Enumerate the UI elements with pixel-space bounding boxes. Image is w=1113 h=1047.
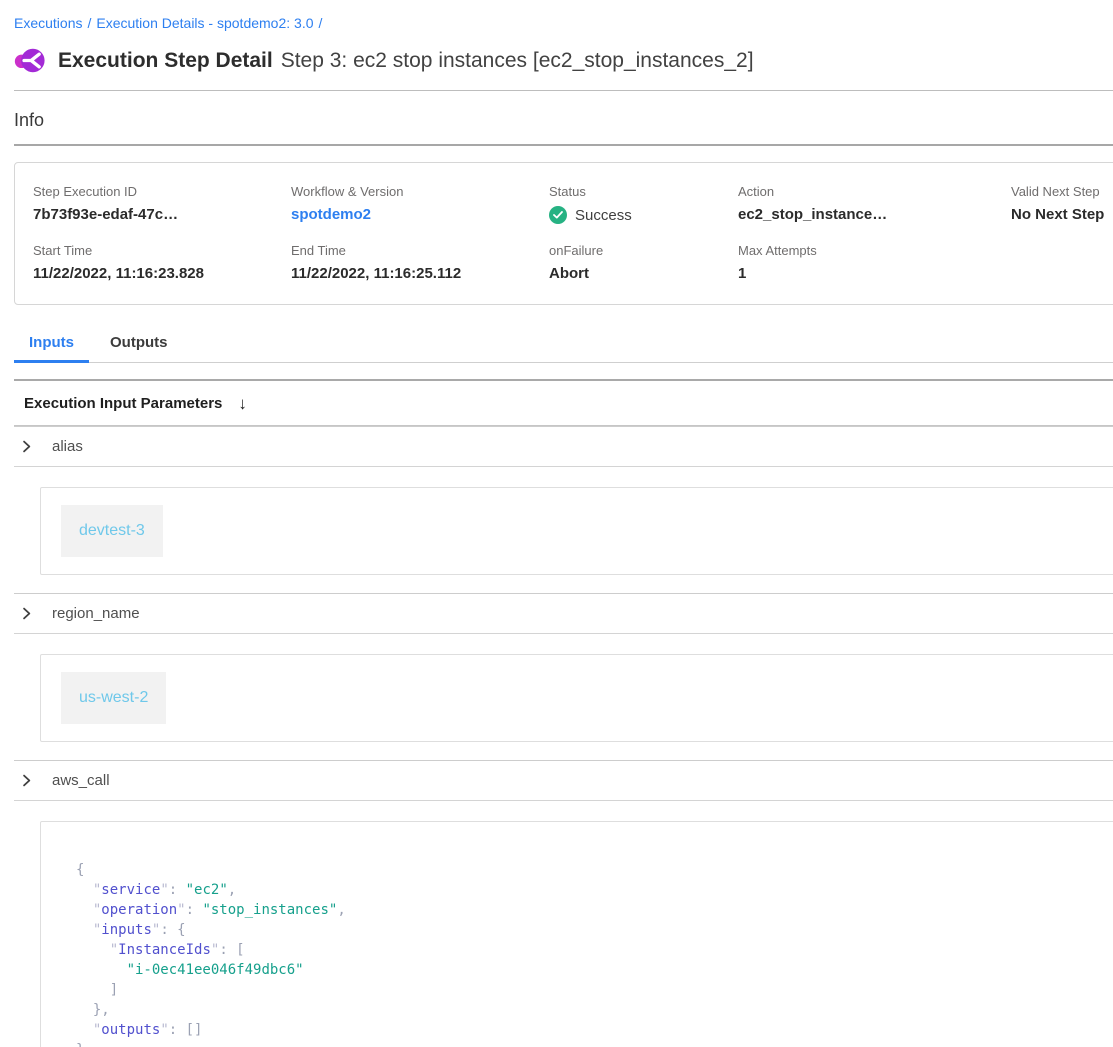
- section-header-alias[interactable]: alias: [14, 426, 1113, 467]
- field-label: Step Execution ID: [33, 184, 291, 199]
- success-check-icon: [549, 206, 567, 224]
- code-block: { "service": "ec2", "operation": "stop_i…: [76, 860, 1113, 1047]
- field-max-attempts: Max Attempts 1: [738, 243, 1011, 282]
- breadcrumb: Executions / Execution Details - spotdem…: [14, 0, 1113, 31]
- section-content-aws-call: { "service": "ec2", "operation": "stop_i…: [40, 821, 1113, 1047]
- step-info-card: Step Execution ID 7b73f93e-edaf-47c… Wor…: [14, 162, 1113, 305]
- workflow-link[interactable]: spotdemo2: [291, 206, 549, 223]
- field-label: Status: [549, 184, 738, 199]
- field-onfailure: onFailure Abort: [549, 243, 738, 282]
- field-label: Valid Next Step: [1011, 184, 1113, 199]
- field-value: 11/22/2022, 11:16:25.112: [291, 265, 549, 282]
- value-chip: devtest-3: [61, 505, 163, 557]
- divider: [14, 90, 1113, 91]
- section-header-aws-call[interactable]: aws_call: [14, 760, 1113, 801]
- field-action: Action ec2_stop_instance…: [738, 184, 1011, 224]
- page-title: Execution Step DetailStep 3: ec2 stop in…: [58, 49, 754, 73]
- execution-step-detail-page: Executions / Execution Details - spotdem…: [0, 0, 1113, 1047]
- tab-bar: Inputs Outputs: [14, 326, 1113, 363]
- execution-input-parameters-header: Execution Input Parameters ↓: [14, 381, 1113, 426]
- field-end-time: End Time 11/22/2022, 11:16:25.112: [291, 243, 549, 282]
- breadcrumb-link-executions[interactable]: Executions: [14, 15, 82, 31]
- execution-input-parameters-label: Execution Input Parameters: [24, 395, 222, 412]
- chevron-right-icon: [20, 440, 33, 453]
- info-section-heading: Info: [14, 110, 1113, 131]
- collapse-all-arrow-icon[interactable]: ↓: [238, 395, 247, 412]
- status-text: Success: [575, 207, 632, 224]
- value-chip: us-west-2: [61, 672, 166, 724]
- breadcrumb-separator: /: [87, 15, 91, 31]
- chevron-right-icon: [20, 774, 33, 787]
- section-content-region-name: us-west-2: [40, 654, 1113, 742]
- field-label: onFailure: [549, 243, 738, 258]
- field-label: Start Time: [33, 243, 291, 258]
- field-valid-next-step: Valid Next Step No Next Step: [1011, 184, 1113, 224]
- workflow-logo-icon: [14, 46, 45, 75]
- section-content-alias: devtest-3: [40, 487, 1113, 575]
- tab-outputs[interactable]: Outputs: [95, 326, 183, 362]
- field-empty: [1011, 243, 1113, 282]
- field-status: Status Success: [549, 184, 738, 224]
- field-label: Action: [738, 184, 1011, 199]
- tab-inputs[interactable]: Inputs: [14, 326, 89, 362]
- section-label: region_name: [52, 605, 140, 622]
- field-value: Abort: [549, 265, 738, 282]
- breadcrumb-separator: /: [319, 15, 323, 31]
- field-start-time: Start Time 11/22/2022, 11:16:23.828: [33, 243, 291, 282]
- divider: [14, 144, 1113, 146]
- field-value: 11/22/2022, 11:16:23.828: [33, 265, 291, 282]
- field-label: Workflow & Version: [291, 184, 549, 199]
- status-badge: Success: [549, 206, 738, 224]
- chevron-right-icon: [20, 607, 33, 620]
- field-label: End Time: [291, 243, 549, 258]
- field-label: Max Attempts: [738, 243, 1011, 258]
- field-workflow-version: Workflow & Version spotdemo2: [291, 184, 549, 224]
- field-value: 7b73f93e-edaf-47c…: [33, 206, 291, 223]
- field-value: 1: [738, 265, 1011, 282]
- breadcrumb-link-execution-details[interactable]: Execution Details - spotdemo2: 3.0: [96, 15, 313, 31]
- page-subtitle: Step 3: ec2 stop instances [ec2_stop_ins…: [281, 49, 754, 72]
- field-step-execution-id: Step Execution ID 7b73f93e-edaf-47c…: [33, 184, 291, 224]
- section-label: aws_call: [52, 772, 110, 789]
- field-value: No Next Step: [1011, 206, 1113, 223]
- field-value: ec2_stop_instance…: [738, 206, 1011, 223]
- section-header-region-name[interactable]: region_name: [14, 593, 1113, 634]
- page-header: Execution Step DetailStep 3: ec2 stop in…: [14, 46, 1113, 75]
- section-label: alias: [52, 438, 83, 455]
